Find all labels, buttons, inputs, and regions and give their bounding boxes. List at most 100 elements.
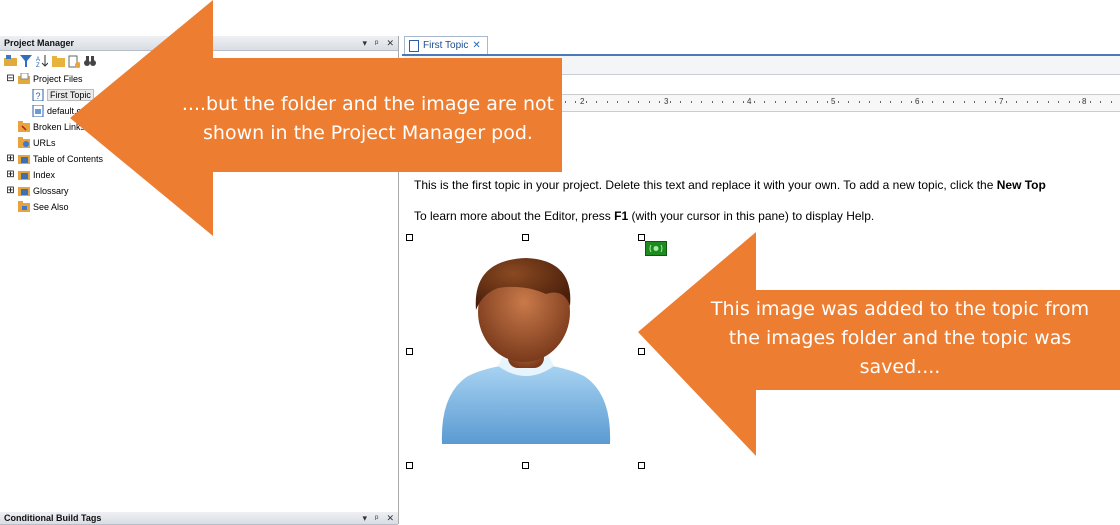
ruler-tick xyxy=(712,101,713,103)
broken-links-icon xyxy=(18,121,30,133)
folder-icon[interactable] xyxy=(51,54,65,68)
callout-right-line: saved.... xyxy=(859,356,941,378)
ruler-tick xyxy=(722,101,723,103)
callout-right-line: This image was added to the topic from xyxy=(710,298,1090,320)
ruler-tick xyxy=(785,101,786,103)
toc-icon xyxy=(18,153,30,165)
tree-label: Index xyxy=(33,170,56,180)
ruler-tick xyxy=(848,101,849,103)
ruler-tick xyxy=(670,101,671,103)
expand-icon[interactable]: ⊞ xyxy=(6,153,15,164)
ruler-tick xyxy=(754,101,755,103)
ruler-tick xyxy=(1100,101,1101,103)
expand-icon[interactable]: ⊞ xyxy=(6,169,15,180)
ruler-tick xyxy=(649,101,650,103)
resize-handle[interactable] xyxy=(638,462,645,469)
ruler-tick xyxy=(701,101,702,103)
resize-handle[interactable] xyxy=(406,348,413,355)
callout-right-line: the images folder and the topic was xyxy=(728,327,1072,349)
collapse-icon[interactable]: ⊟ xyxy=(6,73,15,84)
topic-file-icon: ? xyxy=(32,88,44,102)
project-files-icon xyxy=(18,72,30,85)
pod-pin-icon[interactable]: ᵖ xyxy=(375,513,378,523)
callout-left-text: ....but the folder and the image are not… xyxy=(153,90,583,148)
ruler-number: 8 xyxy=(1082,97,1087,106)
conditional-build-tags-title: Conditional Build Tags xyxy=(4,513,102,523)
ruler-tick xyxy=(1079,101,1080,103)
ruler-tick xyxy=(775,101,776,103)
ruler-tick xyxy=(638,101,639,103)
ruler-tick xyxy=(1006,101,1007,103)
sort-icon[interactable]: AZ xyxy=(35,54,49,68)
urls-icon xyxy=(18,137,30,149)
ruler-tick xyxy=(617,101,618,103)
glossary-icon xyxy=(18,185,30,197)
pod-dropdown-icon[interactable]: ▾ xyxy=(363,513,368,524)
ruler-number: 4 xyxy=(747,97,752,106)
paragraph-bold-text: F1 xyxy=(614,209,629,223)
ruler-tick xyxy=(880,101,881,103)
ruler-tick xyxy=(1058,101,1059,103)
paragraph-text: (with your cursor in this pane) to displ… xyxy=(628,209,875,223)
resize-handle[interactable] xyxy=(522,462,529,469)
ruler-tick xyxy=(901,101,902,103)
see-also-icon xyxy=(18,201,30,213)
ruler-tick xyxy=(922,101,923,103)
ruler-tick xyxy=(817,101,818,103)
ruler-tick xyxy=(733,101,734,103)
ruler-tick xyxy=(995,101,996,103)
conditional-build-tags-pod: Conditional Build Tags ▾ ᵖ ✕ xyxy=(0,512,398,525)
svg-text:?: ? xyxy=(36,91,41,101)
ruler-tick xyxy=(827,101,828,103)
ruler-tick xyxy=(869,101,870,103)
expand-icon[interactable]: ⊞ xyxy=(6,185,15,196)
ruler-number: 3 xyxy=(664,97,669,106)
ruler-tick xyxy=(1069,101,1070,103)
resize-handle[interactable] xyxy=(406,462,413,469)
ruler-tick xyxy=(607,101,608,103)
ruler-tick xyxy=(943,101,944,103)
ruler-tick xyxy=(806,101,807,103)
callout-right-text: This image was added to the topic from t… xyxy=(700,295,1100,382)
pod-close-icon[interactable]: ✕ xyxy=(386,513,394,524)
conditional-build-tags-header: Conditional Build Tags ▾ ᵖ ✕ xyxy=(0,512,398,525)
ruler-tick xyxy=(743,101,744,103)
ruler-tick xyxy=(985,101,986,103)
ruler-tick xyxy=(764,101,765,103)
ruler-tick xyxy=(796,101,797,103)
callout-left-line: shown in the Project Manager pod. xyxy=(203,122,533,144)
ruler-tick xyxy=(890,101,891,103)
index-icon xyxy=(18,169,30,181)
ruler-tick xyxy=(659,101,660,103)
paragraph-bold-text: New Top xyxy=(996,178,1046,192)
open-project-icon[interactable] xyxy=(3,54,17,68)
filter-icon[interactable] xyxy=(19,54,33,68)
ruler-tick xyxy=(1016,101,1017,103)
ruler-tick xyxy=(1037,101,1038,103)
tree-label: URLs xyxy=(33,138,56,148)
callout-left-line: ....but the folder and the image are not xyxy=(181,93,555,115)
ruler-tick xyxy=(953,101,954,103)
ruler-tick xyxy=(1111,101,1112,103)
tree-label: See Also xyxy=(33,202,69,212)
svg-text:Z: Z xyxy=(36,63,40,67)
ruler-tick xyxy=(691,101,692,103)
tree-label: Glossary xyxy=(33,186,69,196)
ruler-tick xyxy=(596,101,597,103)
ruler-tick xyxy=(586,101,587,103)
ruler-tick xyxy=(1048,101,1049,103)
ruler-tick xyxy=(1090,101,1091,103)
ruler-tick xyxy=(680,101,681,103)
ruler-tick xyxy=(964,101,965,103)
ruler-tick xyxy=(628,101,629,103)
user-avatar-image[interactable] xyxy=(438,254,614,450)
ruler-tick xyxy=(932,101,933,103)
ruler-tick xyxy=(859,101,860,103)
ruler-tick xyxy=(974,101,975,103)
ruler-tick xyxy=(911,101,912,103)
ruler-number: 6 xyxy=(915,97,920,106)
stylesheet-file-icon xyxy=(32,104,44,118)
ruler-tick xyxy=(838,101,839,103)
ruler-number: 7 xyxy=(999,97,1004,106)
ruler-number: 5 xyxy=(831,97,836,106)
